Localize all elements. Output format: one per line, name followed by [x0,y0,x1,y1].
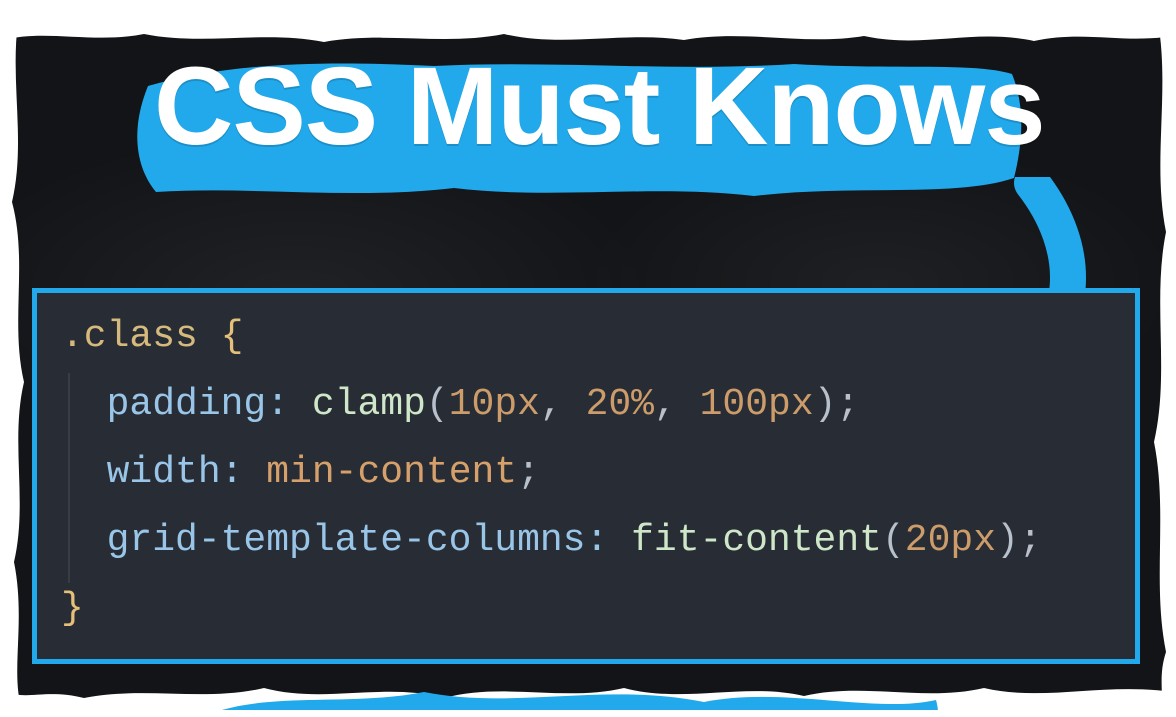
code-semicolon: ; [517,451,540,494]
indent-guide [68,373,70,583]
code-brace-close: } [61,587,84,630]
code-brace-open: { [221,315,244,358]
code-prop-gtc: grid-template-columns [107,519,586,562]
code-semicolon: ; [1019,519,1042,562]
code-prop-width: width [107,451,221,494]
code-paren: ( [426,383,449,426]
code-semicolon: ; [836,383,859,426]
code-prop-padding: padding [107,383,267,426]
code-colon: : [586,519,609,562]
code-colon: : [221,451,244,494]
code-comma: , [540,383,563,426]
code-arg: 10px [449,383,540,426]
code-value-mincontent: min-content [266,451,517,494]
code-snippet-panel: .class { padding: clamp(10px, 20%, 100px… [32,288,1140,664]
code-arg: 100px [700,383,814,426]
code-paren: ( [882,519,905,562]
page-title: CSS Must Knows [154,52,1014,162]
code-arg: 20px [905,519,996,562]
code-func-clamp: clamp [312,383,426,426]
code-arg: 20% [586,383,654,426]
code-colon: : [266,383,289,426]
bottom-paint-splash [184,658,944,710]
code-selector: .class [61,315,198,358]
code-paren: ) [814,383,837,426]
code-func-fitcontent: fit-content [631,519,882,562]
thumbnail-card: CSS Must Knows .class { padding: clamp(1… [4,22,1172,710]
code-block: .class { padding: clamp(10px, 20%, 100px… [37,293,1135,661]
code-comma: , [654,383,677,426]
code-paren: ) [996,519,1019,562]
